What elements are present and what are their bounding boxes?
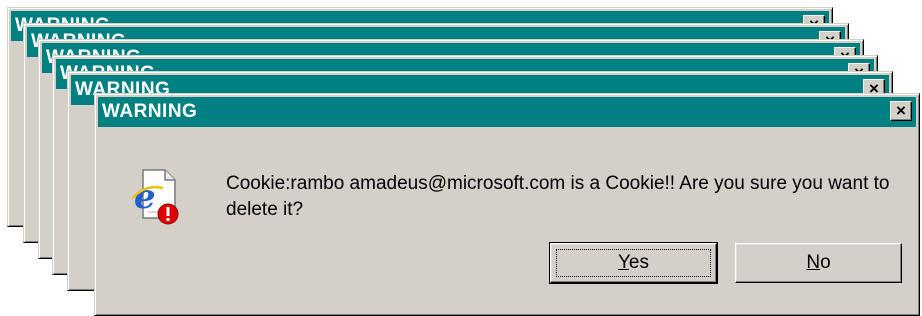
yes-label-rest: es [628,252,649,273]
no-mnemonic: N [806,252,821,273]
title-bar[interactable]: WARNING × [98,97,916,127]
stacked-warning-dialogs: WARNING × WARNING × WARNING × WARNING × … [0,0,922,316]
ie-document-error-icon: e [132,169,179,225]
yes-button[interactable]: Yes [549,242,718,284]
svg-text:e: e [134,177,156,217]
warning-dialog: WARNING × e Cookie:rambo amadeus@microso… [94,93,920,316]
no-button-label: No [806,252,830,273]
no-button[interactable]: No [735,243,902,283]
message-text: Cookie:rambo amadeus@microsoft.com is a … [226,173,890,220]
yes-button-label: Yes [618,252,649,273]
close-button[interactable]: × [890,101,912,121]
yes-mnemonic: Y [617,252,629,273]
dialog-title: WARNING [102,101,198,122]
no-label-rest: o [820,252,831,273]
